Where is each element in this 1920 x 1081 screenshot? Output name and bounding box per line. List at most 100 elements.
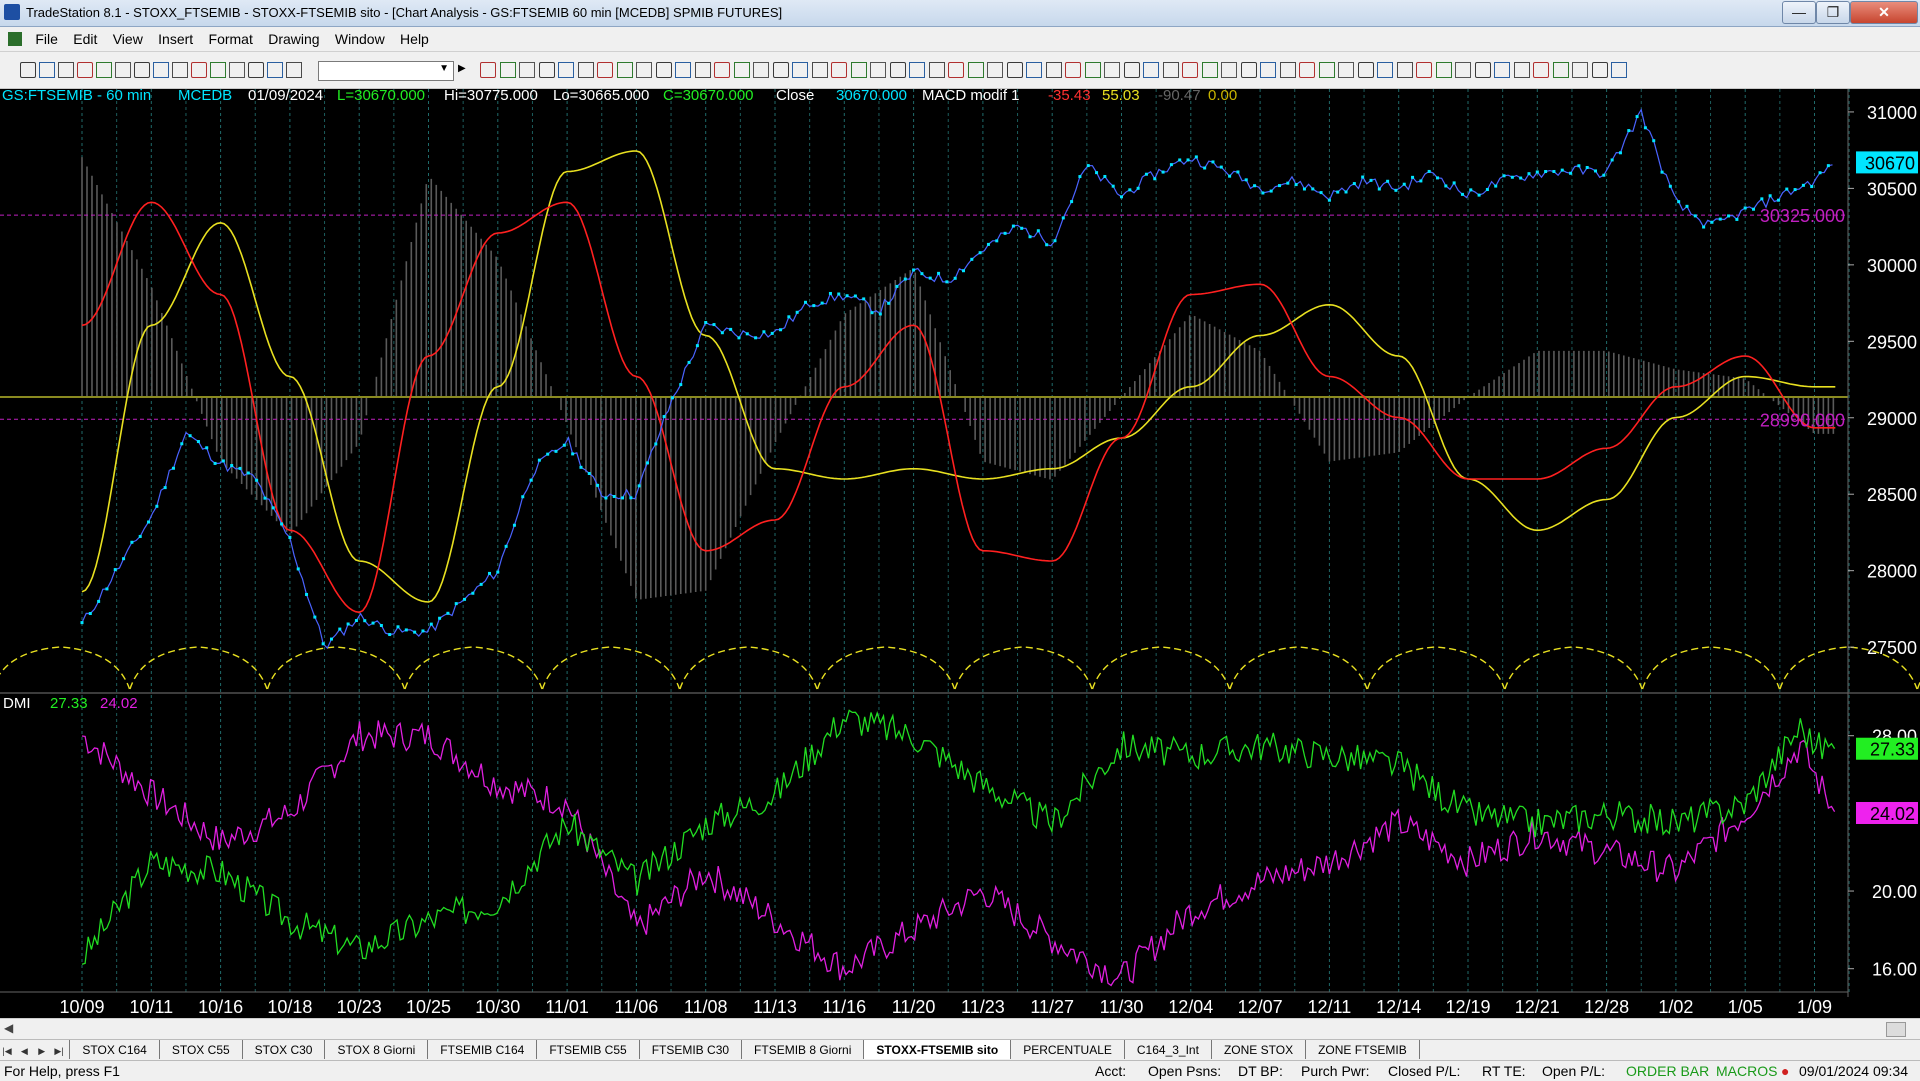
toolbar-tool-icon[interactable] (58, 62, 74, 78)
toolbar-tool-icon[interactable] (1163, 62, 1179, 78)
toolbar-tool-icon[interactable] (870, 62, 886, 78)
toolbar-tool-icon[interactable] (1611, 62, 1627, 78)
toolbar-tool-icon[interactable] (753, 62, 769, 78)
menu-view[interactable]: View (107, 27, 149, 47)
toolbar-tool-icon[interactable] (929, 62, 945, 78)
toolbar-tool-icon[interactable] (1416, 62, 1432, 78)
toolbar-tool-icon[interactable] (96, 62, 112, 78)
menu-file[interactable]: File (29, 27, 64, 47)
toolbar-tool-icon[interactable] (1104, 62, 1120, 78)
scroll-thumb[interactable] (1886, 1022, 1906, 1037)
toolbar-tool-icon[interactable] (1475, 62, 1491, 78)
toolbar-tool-icon[interactable] (812, 62, 828, 78)
toolbar-tool-icon[interactable] (1182, 62, 1198, 78)
toolbar-tool-icon[interactable] (948, 62, 964, 78)
toolbar-tool-icon[interactable] (851, 62, 867, 78)
toolbar-tool-icon[interactable] (792, 62, 808, 78)
toolbar-tool-icon[interactable] (1065, 62, 1081, 78)
toolbar-tool-icon[interactable] (134, 62, 150, 78)
toolbar-tool-icon[interactable] (558, 62, 574, 78)
toolbar-tool-icon[interactable] (714, 62, 730, 78)
document-icon[interactable] (8, 32, 22, 46)
toolbar-tool-icon[interactable] (500, 62, 516, 78)
toolbar-tool-icon[interactable] (191, 62, 207, 78)
prev-sheet-icon[interactable]: ◀ (17, 1042, 31, 1057)
toolbar-tool-icon[interactable] (617, 62, 633, 78)
toolbar-tool-icon[interactable] (1280, 62, 1296, 78)
toolbar-tool-icon[interactable] (115, 62, 131, 78)
toolbar-tool-icon[interactable] (1377, 62, 1393, 78)
toolbar-tool-icon[interactable] (1260, 62, 1276, 78)
toolbar-tool-icon[interactable] (1397, 62, 1413, 78)
menu-edit[interactable]: Edit (67, 27, 103, 47)
toolbar-tool-icon[interactable] (987, 62, 1003, 78)
toolbar-tool-icon[interactable] (1085, 62, 1101, 78)
toolbar-tool-icon[interactable] (1592, 62, 1608, 78)
chart-area[interactable]: 3100030500300002950029000285002800027500… (0, 89, 1920, 1017)
toolbar-tool-icon[interactable] (1338, 62, 1354, 78)
toolbar-tool-icon[interactable] (578, 62, 594, 78)
toolbar-tool-icon[interactable] (172, 62, 188, 78)
sheet-tab[interactable]: C164_3_Int (1124, 1040, 1212, 1059)
restore-button[interactable]: ❐ (1816, 1, 1850, 24)
toolbar-tool-icon[interactable] (1455, 62, 1471, 78)
toolbar-tool-icon[interactable] (1221, 62, 1237, 78)
toolbar-tool-icon[interactable] (1202, 62, 1218, 78)
toolbar-tool-icon[interactable] (77, 62, 93, 78)
sheet-tab[interactable]: STOX C164 (69, 1040, 159, 1059)
close-button[interactable]: ✕ (1850, 1, 1918, 24)
toolbar-tool-icon[interactable] (831, 62, 847, 78)
status-macros[interactable]: MACROS (1716, 1063, 1777, 1079)
toolbar-tool-icon[interactable] (1572, 62, 1588, 78)
toolbar-tool-icon[interactable] (734, 62, 750, 78)
status-order-bar[interactable]: ORDER BAR (1626, 1063, 1709, 1079)
toolbar-tool-icon[interactable] (675, 62, 691, 78)
toolbar-tool-icon[interactable] (1046, 62, 1062, 78)
toolbar-tool-icon[interactable] (539, 62, 555, 78)
sheet-tab[interactable]: FTSEMIB 8 Giorni (741, 1040, 864, 1059)
toolbar-tool-icon[interactable] (773, 62, 789, 78)
minimize-button[interactable]: — (1782, 1, 1816, 24)
toolbar-tool-icon[interactable] (636, 62, 652, 78)
menu-format[interactable]: Format (203, 27, 259, 47)
toolbar-tool-icon[interactable] (39, 62, 55, 78)
sheet-tab[interactable]: ZONE STOX (1211, 1040, 1306, 1059)
toolbar-tool-icon[interactable] (267, 62, 283, 78)
toolbar-tool-icon[interactable] (695, 62, 711, 78)
sheet-tab[interactable]: FTSEMIB C164 (427, 1040, 537, 1059)
toolbar-tool-icon[interactable] (656, 62, 672, 78)
toolbar-tool-icon[interactable] (1553, 62, 1569, 78)
toolbar-tool-icon[interactable] (1436, 62, 1452, 78)
toolbar-tool-icon[interactable] (1241, 62, 1257, 78)
sheet-tab[interactable]: FTSEMIB C30 (639, 1040, 742, 1059)
toolbar-tool-icon[interactable] (248, 62, 264, 78)
menu-help[interactable]: Help (394, 27, 435, 47)
sheet-tab[interactable]: STOX 8 Giorni (324, 1040, 428, 1059)
toolbar-tool-icon[interactable] (286, 62, 302, 78)
menu-window[interactable]: Window (329, 27, 391, 47)
first-sheet-icon[interactable]: |◀ (0, 1042, 14, 1057)
sheet-tab[interactable]: STOX C55 (159, 1040, 243, 1059)
toolbar-tool-icon[interactable] (210, 62, 226, 78)
toolbar-tool-icon[interactable] (1026, 62, 1042, 78)
toolbar-tool-icon[interactable] (1319, 62, 1335, 78)
toolbar-tool-icon[interactable] (1494, 62, 1510, 78)
toolbar-tool-icon[interactable] (20, 62, 36, 78)
toolbar-tool-icon[interactable] (1124, 62, 1140, 78)
menu-insert[interactable]: Insert (152, 27, 199, 47)
toolbar-tool-icon[interactable] (597, 62, 613, 78)
toolbar-tool-icon[interactable] (153, 62, 169, 78)
symbol-select[interactable]: ▼ (318, 61, 454, 81)
toolbar-tool-icon[interactable] (480, 62, 496, 78)
sheet-tab[interactable]: ZONE FTSEMIB (1305, 1040, 1420, 1059)
sheet-tab[interactable]: PERCENTUALE (1010, 1040, 1125, 1059)
toolbar-tool-icon[interactable] (1299, 62, 1315, 78)
sheet-tab[interactable]: STOX C30 (242, 1040, 326, 1059)
last-sheet-icon[interactable]: ▶| (52, 1042, 66, 1057)
play-arrow-icon[interactable]: ▶ (458, 63, 466, 74)
toolbar-tool-icon[interactable] (519, 62, 535, 78)
scroll-left-icon[interactable]: ◀ (4, 1021, 13, 1035)
toolbar-tool-icon[interactable] (909, 62, 925, 78)
toolbar-tool-icon[interactable] (1358, 62, 1374, 78)
toolbar-tool-icon[interactable] (1533, 62, 1549, 78)
